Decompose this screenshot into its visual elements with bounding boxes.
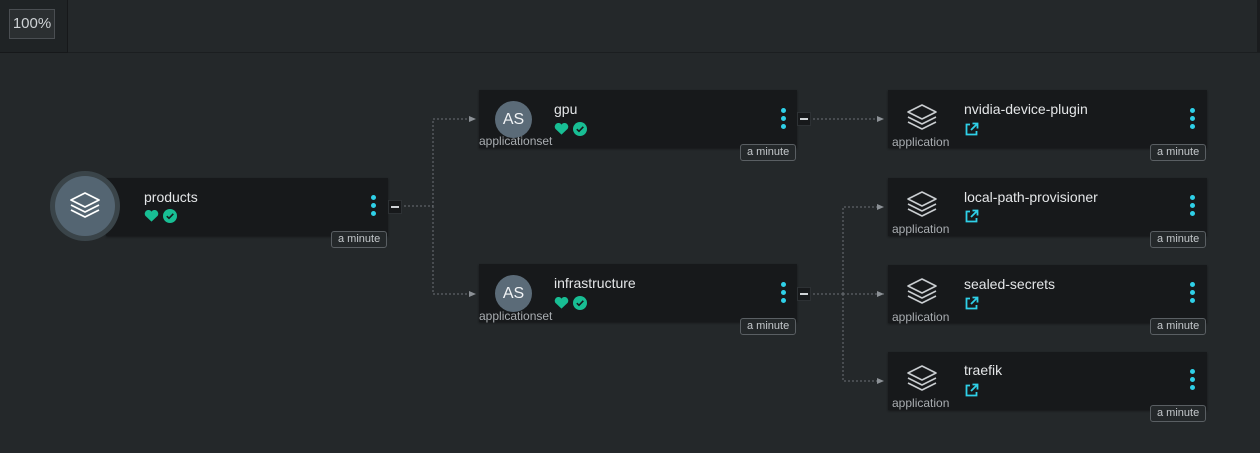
node-local-path-provisioner[interactable]: local-path-provisioner application	[888, 178, 1207, 236]
more-menu-button[interactable]	[1188, 282, 1198, 304]
more-menu-button[interactable]	[1188, 108, 1198, 130]
node-title: traefik	[964, 362, 1003, 378]
edge-products-infrastructure	[432, 206, 476, 297]
heart-icon	[554, 296, 569, 309]
node-sealed-secrets[interactable]: sealed-secrets application	[888, 265, 1207, 324]
node-kind-label: application	[892, 135, 950, 149]
collapse-toggle-gpu[interactable]	[797, 112, 811, 126]
node-title: infrastructure	[554, 275, 636, 291]
applicationset-badge: AS	[495, 101, 532, 138]
age-badge: a minute	[740, 144, 797, 161]
age-badge: a minute	[1150, 405, 1207, 422]
more-menu-button[interactable]	[369, 195, 379, 217]
layers-icon	[70, 192, 100, 218]
layers-icon	[907, 365, 937, 391]
status-icons	[144, 209, 178, 223]
applicationset-badge: AS	[495, 275, 532, 312]
age-badge: a minute	[740, 318, 797, 335]
external-link-icon[interactable]	[964, 296, 979, 311]
edge-infra-local-path	[842, 204, 884, 294]
node-traefik[interactable]: traefik application	[888, 352, 1207, 410]
root-app-icon	[50, 171, 120, 241]
age-badge: a minute	[331, 231, 388, 248]
more-menu-button[interactable]	[1188, 195, 1198, 217]
node-title: nvidia-device-plugin	[964, 101, 1088, 117]
collapse-toggle-infrastructure[interactable]	[797, 287, 811, 301]
node-title: local-path-provisioner	[964, 189, 1098, 205]
edge-infra-traefik	[842, 294, 884, 384]
status-icons	[554, 122, 588, 136]
layers-icon	[907, 191, 937, 217]
more-menu-button[interactable]	[779, 282, 789, 304]
more-menu-button[interactable]	[1188, 369, 1198, 391]
node-kind-label: application	[892, 222, 950, 236]
node-title: gpu	[554, 101, 578, 117]
external-link-icon[interactable]	[964, 122, 979, 137]
check-circle-icon	[163, 209, 178, 223]
external-link-icon[interactable]	[964, 383, 979, 398]
check-circle-icon	[573, 296, 588, 310]
node-kind-label: applicationset	[479, 134, 553, 148]
node-title: products	[144, 189, 198, 205]
status-icons	[554, 296, 588, 310]
external-link-icon[interactable]	[964, 209, 979, 224]
age-badge: a minute	[1150, 144, 1207, 161]
collapse-toggle-products[interactable]	[388, 200, 402, 214]
layers-icon	[907, 278, 937, 304]
node-title: sealed-secrets	[964, 276, 1056, 292]
more-menu-button[interactable]	[779, 108, 789, 130]
layers-icon	[907, 104, 937, 130]
node-products[interactable]: products	[106, 178, 388, 236]
node-nvidia-device-plugin[interactable]: nvidia-device-plugin application	[888, 90, 1207, 149]
node-kind-label: applicationset	[479, 309, 553, 323]
node-kind-label: application	[892, 396, 950, 410]
check-circle-icon	[573, 122, 588, 136]
age-badge: a minute	[1150, 318, 1207, 335]
node-kind-label: application	[892, 310, 950, 324]
heart-icon	[554, 122, 569, 135]
heart-icon	[144, 209, 159, 222]
node-gpu[interactable]: AS gpu applicationset	[479, 90, 797, 148]
node-infrastructure[interactable]: AS infrastructure applicationset	[479, 264, 797, 323]
edge-products-gpu	[400, 116, 476, 207]
age-badge: a minute	[1150, 231, 1207, 248]
